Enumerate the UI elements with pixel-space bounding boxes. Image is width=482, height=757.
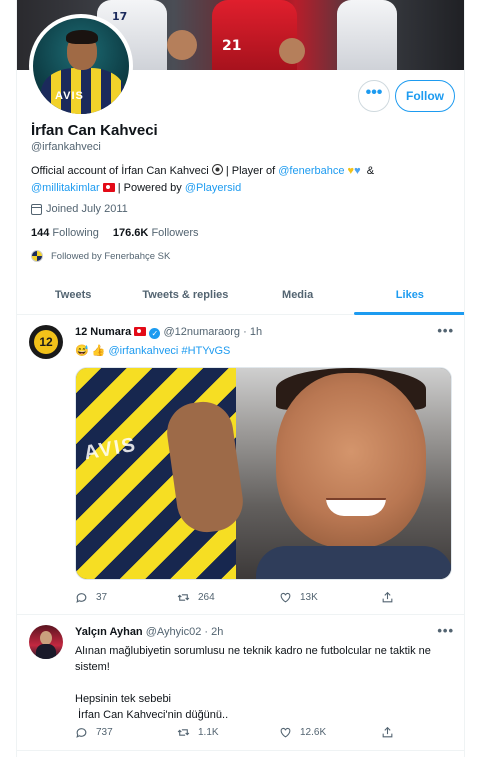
- tab-likes[interactable]: Likes: [353, 279, 464, 315]
- reply-count: 737: [96, 727, 113, 738]
- tweet-more-button[interactable]: •••: [437, 623, 454, 638]
- mention-link-millitakimlar[interactable]: @millitakimlar: [31, 182, 100, 194]
- verified-icon: ✓: [149, 328, 161, 339]
- retweet-count: 264: [198, 592, 215, 603]
- followers-count: 176.6K: [112, 227, 149, 239]
- banner-number: 17: [112, 10, 128, 23]
- follow-button[interactable]: Follow: [395, 80, 455, 112]
- blue-heart-icon: ♥: [354, 165, 361, 177]
- tweet-text-line: Hepsinin tek sebebi: [75, 693, 172, 705]
- emoji-text: 😅 👍: [75, 345, 106, 357]
- joined-text: Joined July 2011: [46, 203, 128, 215]
- tweet-media-image[interactable]: AVIS: [75, 367, 452, 580]
- share-button[interactable]: [381, 726, 405, 739]
- mention-link-playersid[interactable]: @Playersid: [185, 182, 241, 194]
- media-face: [276, 373, 426, 548]
- like-button[interactable]: 13K: [279, 591, 381, 604]
- reply-icon: [76, 593, 87, 603]
- tweet[interactable]: Yalçın Ayhan @Ayhyic02 · 2h ••• Alınan m…: [17, 615, 464, 751]
- avatar-hair: [66, 30, 98, 44]
- bio-text: Official account of İrfan Can Kahveci: [31, 165, 209, 177]
- joined-date: Joined July 2011: [31, 203, 128, 215]
- banner-number: 21: [222, 38, 242, 54]
- retweet-button[interactable]: 264: [177, 591, 279, 604]
- share-icon: [382, 726, 393, 738]
- mention-link-fenerbahce[interactable]: @fenerbahce: [278, 165, 344, 177]
- tweet-author-name[interactable]: 12 Numara: [75, 326, 131, 338]
- tweet-more-button[interactable]: •••: [437, 323, 454, 338]
- retweet-icon: [177, 594, 190, 601]
- followers-link[interactable]: 176.6K Followers: [113, 227, 199, 239]
- tweet-text: 😅 👍 @irfankahveci #HTYvGS: [75, 343, 230, 359]
- tweet-text-line: Alınan mağlubiyetin sorumlusu ne teknik …: [75, 645, 431, 657]
- tweet-header: Yalçın Ayhan @Ayhyic02 · 2h: [75, 626, 223, 638]
- turkey-flag-icon: [102, 183, 115, 192]
- profile-stats: 144 Following 176.6K Followers: [31, 227, 199, 239]
- avatar-head: [40, 631, 52, 645]
- more-options-button[interactable]: •••: [358, 80, 390, 112]
- following-label: Following: [52, 227, 99, 239]
- tweet-author-name[interactable]: Yalçın Ayhan: [75, 626, 143, 638]
- avatar-jersey-text: AVIS: [55, 90, 84, 102]
- heart-icon: [280, 592, 291, 603]
- avatar-body: [36, 644, 56, 659]
- media-smile: [326, 498, 386, 516]
- reply-button[interactable]: 37: [75, 591, 177, 604]
- like-count: 12.6K: [300, 727, 327, 738]
- share-button[interactable]: [381, 591, 405, 604]
- tweet-header: 12 Numara ✓ @12numaraorg · 1h: [75, 326, 262, 339]
- reply-count: 37: [96, 592, 108, 603]
- banner-hand: [167, 30, 197, 60]
- followers-label: Followers: [151, 227, 199, 239]
- avatar-logo-text: 12: [34, 330, 58, 354]
- profile-column: 21 17 AVIS ••• Follow İrfan Can Kahveci …: [16, 0, 465, 757]
- tweet-actions: 737 1.1K 12.6K: [75, 726, 405, 739]
- heart-icon: [280, 727, 291, 738]
- tweet-text: Alınan mağlubiyetin sorumlusu ne teknik …: [75, 643, 455, 723]
- tweet-author-avatar[interactable]: [29, 625, 63, 659]
- tweet-text-line: İrfan Can Kahveci'nin düğünü..: [75, 709, 229, 721]
- bio-text: &: [366, 165, 375, 177]
- following-count: 144: [31, 227, 50, 239]
- retweet-count: 1.1K: [198, 727, 219, 738]
- like-count: 13K: [300, 592, 318, 603]
- following-link[interactable]: 144 Following: [31, 227, 99, 239]
- tab-tweets[interactable]: Tweets: [17, 279, 129, 314]
- tweet-text-spacer: [75, 675, 455, 691]
- media-shirt: [256, 546, 451, 579]
- tab-media[interactable]: Media: [242, 279, 354, 314]
- bio-text: | Powered by: [117, 182, 182, 194]
- share-icon: [382, 591, 393, 603]
- profile-name: İrfan Can Kahveci: [31, 122, 158, 139]
- calendar-icon: [31, 203, 42, 215]
- hashtag-link[interactable]: #HTYvGS: [181, 345, 230, 357]
- turkey-flag-icon: [134, 327, 147, 336]
- retweet-button[interactable]: 1.1K: [177, 726, 279, 739]
- followed-by-text: Followed by Fenerbahçe SK: [51, 250, 171, 262]
- soccer-ball-icon: [211, 164, 223, 175]
- tweet-actions: 37 264 13K: [75, 591, 405, 604]
- bio-text: | Player of: [225, 165, 276, 177]
- tab-tweets-replies[interactable]: Tweets & replies: [129, 279, 241, 314]
- profile-handle: @irfankahveci: [31, 141, 101, 153]
- tweet-author-avatar[interactable]: 12: [29, 325, 63, 359]
- retweet-icon: [177, 729, 190, 736]
- banner-hand: [279, 38, 305, 64]
- profile-avatar[interactable]: AVIS: [29, 14, 133, 118]
- followed-by[interactable]: Followed by Fenerbahçe SK: [31, 250, 170, 262]
- tweet-handle-time[interactable]: @12numaraorg · 1h: [163, 326, 262, 338]
- reply-button[interactable]: 737: [75, 726, 177, 739]
- tweet-text-line: sistem!: [75, 661, 110, 673]
- reply-icon: [76, 728, 87, 738]
- profile-tabs: Tweets Tweets & replies Media Likes: [17, 279, 464, 315]
- like-button[interactable]: 12.6K: [279, 726, 381, 739]
- banner-player-white: [337, 0, 397, 70]
- tweet-handle-time[interactable]: @Ayhyic02 · 2h: [146, 626, 224, 638]
- profile-bio: Official account of İrfan Can Kahveci | …: [31, 163, 451, 197]
- fenerbahce-avatar: [31, 250, 43, 262]
- mention-link[interactable]: @irfankahveci: [109, 345, 179, 357]
